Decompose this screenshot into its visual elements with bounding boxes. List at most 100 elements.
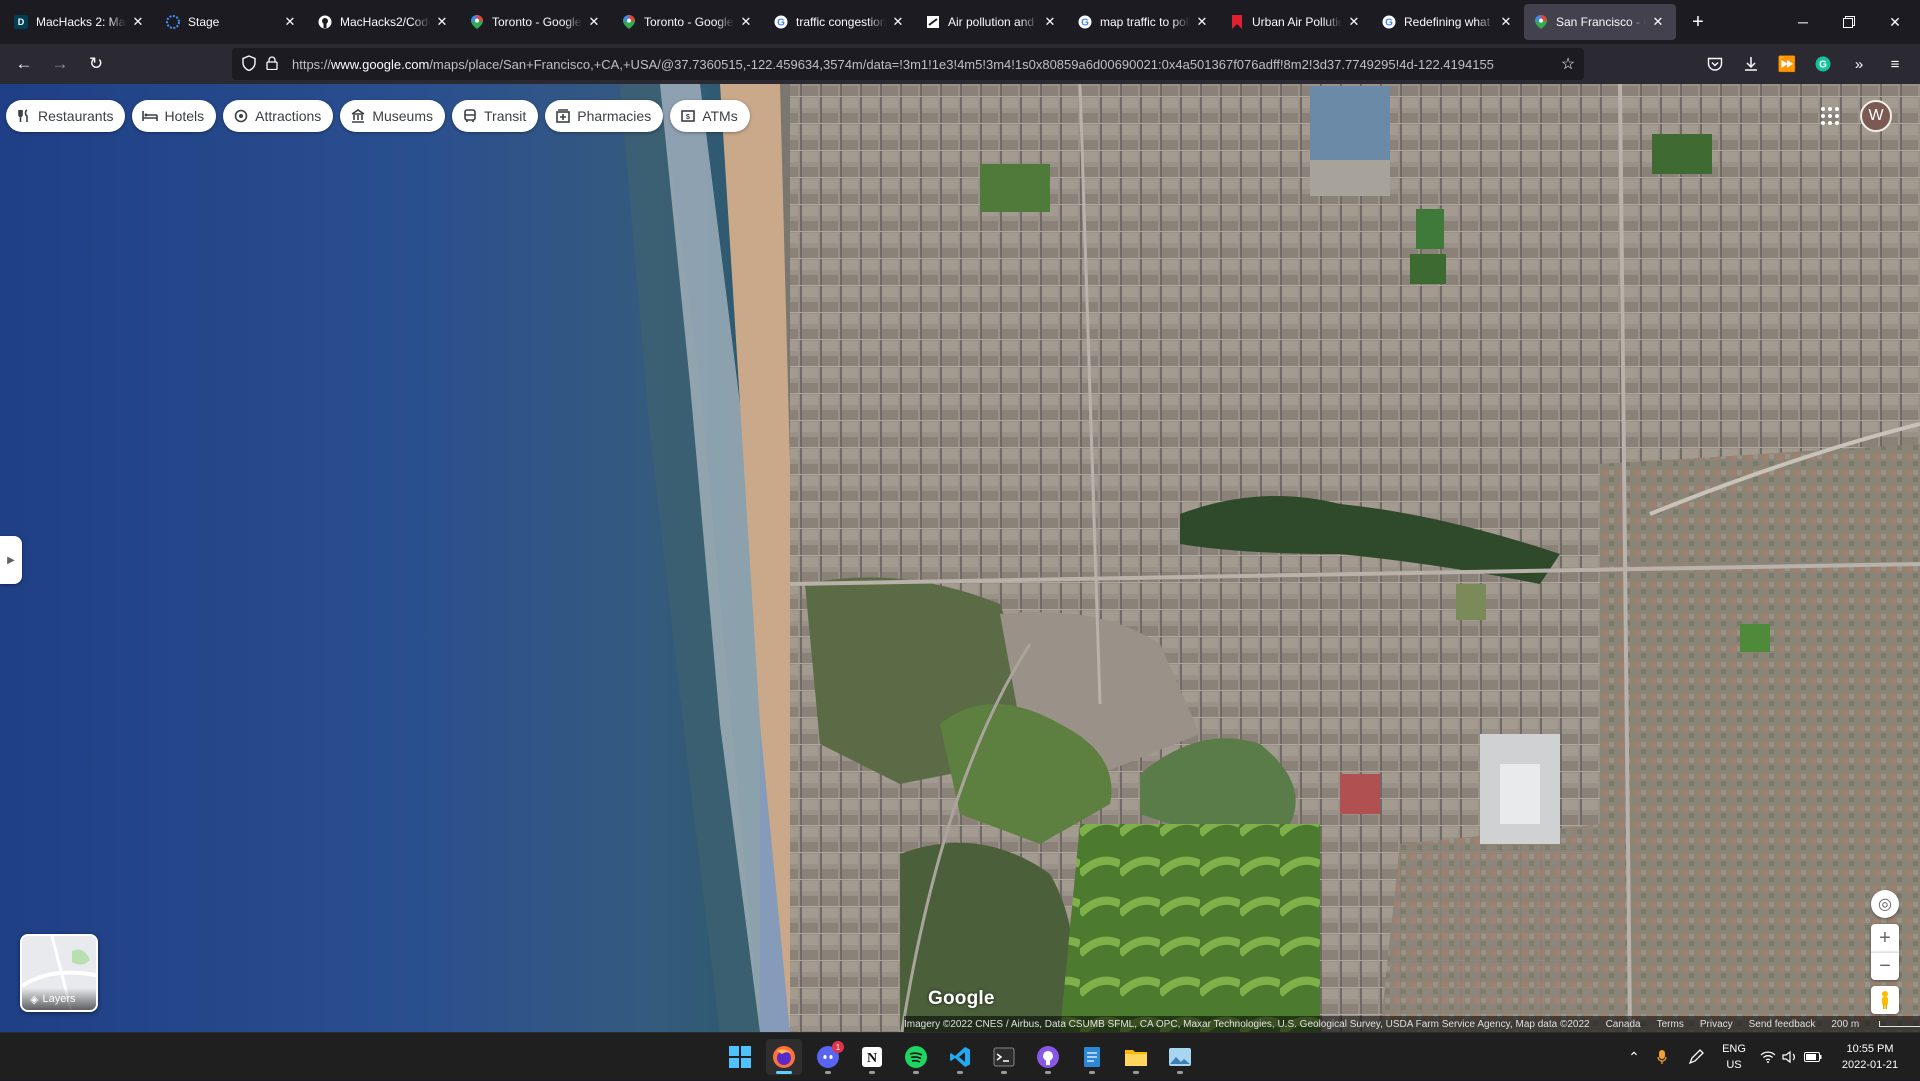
zoom-in-button[interactable]: + bbox=[1871, 924, 1899, 952]
reload-icon[interactable]: ↻ bbox=[80, 48, 112, 80]
pen-icon[interactable] bbox=[1684, 1033, 1708, 1081]
close-tab-icon[interactable]: ✕ bbox=[1498, 14, 1514, 30]
close-tab-icon[interactable]: ✕ bbox=[282, 14, 298, 30]
chip-restaurants[interactable]: Restaurants bbox=[6, 100, 126, 132]
chip-label: Hotels bbox=[164, 108, 205, 124]
new-tab-button[interactable]: + bbox=[1682, 6, 1714, 38]
tab-map-traffic[interactable]: G map traffic to pollution ✕ bbox=[1068, 4, 1220, 40]
close-tab-icon[interactable]: ✕ bbox=[1194, 14, 1210, 30]
close-tab-icon[interactable]: ✕ bbox=[586, 14, 602, 30]
close-window-button[interactable]: ✕ bbox=[1872, 0, 1918, 44]
expand-side-panel-button[interactable]: ▶ bbox=[0, 536, 22, 584]
map-attribution-bar: Imagery ©2022 CNES / Airbus, Data CSUMB … bbox=[904, 1016, 1920, 1032]
close-tab-icon[interactable]: ✕ bbox=[738, 14, 754, 30]
clock-date: 2022-01-21 bbox=[1841, 1059, 1899, 1071]
download-icon[interactable] bbox=[1735, 48, 1767, 80]
link-send-feedback[interactable]: Send feedback bbox=[1749, 1019, 1816, 1030]
link-canada[interactable]: Canada bbox=[1606, 1019, 1641, 1030]
my-location-button[interactable]: ◎ bbox=[1871, 890, 1899, 918]
tab-title: Toronto - Google Maps bbox=[644, 15, 734, 29]
satellite-map[interactable]: Restaurants Hotels Attractions Museums T… bbox=[0, 84, 1920, 1032]
back-arrow-icon[interactable]: ← bbox=[8, 48, 40, 80]
windows-start-icon[interactable] bbox=[722, 1039, 758, 1075]
clock[interactable]: 10:55 PM 2022-01-21 bbox=[1832, 1033, 1908, 1081]
tab-toronto-2[interactable]: Toronto - Google Maps ✕ bbox=[612, 4, 764, 40]
account-avatar[interactable]: W bbox=[1860, 100, 1892, 132]
close-tab-icon[interactable]: ✕ bbox=[1650, 14, 1666, 30]
lock-icon[interactable] bbox=[266, 55, 278, 73]
url-text: https://www.google.com/maps/place/San+Fr… bbox=[292, 56, 1494, 72]
close-tab-icon[interactable]: ✕ bbox=[1346, 14, 1362, 30]
chip-transit[interactable]: Transit bbox=[452, 100, 539, 132]
chip-hotels[interactable]: Hotels bbox=[132, 100, 217, 132]
chip-pharmacies[interactable]: Pharmacies bbox=[545, 100, 664, 132]
chip-label: Transit bbox=[484, 108, 527, 124]
photos-icon[interactable] bbox=[1162, 1039, 1198, 1075]
battery-icon[interactable] bbox=[1802, 1033, 1824, 1081]
attractions-icon bbox=[233, 108, 249, 124]
tab-title: Redefining what a bbox=[1404, 15, 1494, 29]
pocket-icon[interactable] bbox=[1699, 48, 1731, 80]
language-indicator[interactable]: ENG US bbox=[1718, 1033, 1750, 1081]
scale-indicator[interactable]: 200 m bbox=[1831, 1019, 1920, 1030]
chip-museums[interactable]: Museums bbox=[340, 100, 445, 132]
tab-toronto-1[interactable]: Toronto - Google Maps ✕ bbox=[460, 4, 612, 40]
star-icon[interactable]: ☆ bbox=[1552, 54, 1584, 74]
document-icon bbox=[926, 15, 940, 29]
chip-atms[interactable]: $ ATMs bbox=[670, 100, 750, 132]
show-hidden-icons-chevron-icon[interactable]: ⌃ bbox=[1622, 1033, 1646, 1081]
tab-title: San Francisco - Google Maps bbox=[1556, 15, 1646, 29]
link-privacy[interactable]: Privacy bbox=[1700, 1019, 1733, 1030]
address-bar[interactable]: https://www.google.com/maps/place/San+Fr… bbox=[232, 48, 1584, 80]
tab-traffic-congestion[interactable]: G traffic congestion ✕ bbox=[764, 4, 916, 40]
notepad-icon[interactable] bbox=[1074, 1039, 1110, 1075]
tab-air-pollution[interactable]: Air pollution and health ✕ bbox=[916, 4, 1068, 40]
hamburger-menu-icon[interactable]: ≡ bbox=[1879, 48, 1911, 80]
google-apps-grid-icon[interactable] bbox=[1816, 102, 1844, 130]
close-tab-icon[interactable]: ✕ bbox=[1042, 14, 1058, 30]
close-tab-icon[interactable]: ✕ bbox=[130, 14, 146, 30]
lang-code: ENG bbox=[1722, 1043, 1746, 1055]
shield-icon[interactable] bbox=[242, 54, 256, 74]
github-desktop-icon[interactable] bbox=[1030, 1039, 1066, 1075]
tab-machacks[interactable]: D MacHacks 2: MacHacks ✕ bbox=[4, 4, 156, 40]
restore-button[interactable] bbox=[1826, 0, 1872, 44]
tab-san-francisco[interactable]: San Francisco - Google Maps ✕ bbox=[1524, 4, 1676, 40]
tab-redefining[interactable]: G Redefining what a ✕ bbox=[1372, 4, 1524, 40]
zoom-out-button[interactable]: − bbox=[1871, 952, 1899, 980]
layers-label: ◈ Layers bbox=[22, 988, 96, 1010]
extension-dimmed-icon[interactable]: ⏩ bbox=[1771, 48, 1803, 80]
category-chips: Restaurants Hotels Attractions Museums T… bbox=[6, 100, 750, 132]
clock-time: 10:55 PM bbox=[1846, 1043, 1894, 1055]
close-tab-icon[interactable]: ✕ bbox=[890, 14, 906, 30]
spotify-icon[interactable] bbox=[898, 1039, 934, 1075]
chip-label: Pharmacies bbox=[577, 108, 652, 124]
close-tab-icon[interactable]: ✕ bbox=[434, 14, 450, 30]
grammarly-icon[interactable]: G bbox=[1807, 48, 1839, 80]
forward-arrow-icon[interactable]: → bbox=[44, 48, 76, 80]
link-terms[interactable]: Terms bbox=[1657, 1019, 1684, 1030]
file-explorer-icon[interactable] bbox=[1118, 1039, 1154, 1075]
volume-icon[interactable] bbox=[1780, 1033, 1800, 1081]
overflow-chevrons-icon[interactable]: » bbox=[1843, 48, 1875, 80]
microphone-icon[interactable] bbox=[1650, 1033, 1674, 1081]
tab-github[interactable]: MacHacks2/Code ✕ bbox=[308, 4, 460, 40]
tab-title: MacHacks 2: MacHacks bbox=[36, 15, 126, 29]
tab-title: Urban Air Pollution bbox=[1252, 15, 1342, 29]
vscode-icon[interactable] bbox=[942, 1039, 978, 1075]
tab-stage[interactable]: Stage ✕ bbox=[156, 4, 308, 40]
chip-attractions[interactable]: Attractions bbox=[223, 100, 334, 132]
discord-icon[interactable]: 1 bbox=[810, 1039, 846, 1075]
tab-title: traffic congestion bbox=[796, 15, 886, 29]
layers-button[interactable]: ◈ Layers bbox=[20, 934, 98, 1012]
bed-icon bbox=[142, 108, 159, 124]
google-logo: Google bbox=[928, 988, 995, 1009]
minimize-button[interactable]: ─ bbox=[1780, 0, 1826, 44]
notion-icon[interactable]: N bbox=[854, 1039, 890, 1075]
wifi-icon[interactable] bbox=[1758, 1033, 1778, 1081]
terminal-icon[interactable] bbox=[986, 1039, 1022, 1075]
firefox-icon[interactable] bbox=[766, 1039, 802, 1075]
notification-badge: 1 bbox=[832, 1041, 844, 1053]
pegman-street-view-button[interactable] bbox=[1871, 986, 1899, 1014]
tab-urban-air-pollution[interactable]: Urban Air Pollution ✕ bbox=[1220, 4, 1372, 40]
